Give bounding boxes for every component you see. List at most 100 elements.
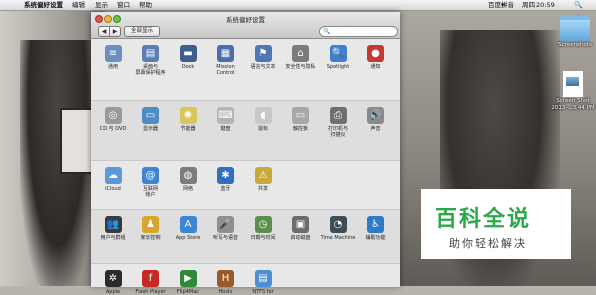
pref-pane-label: 蓝牙 (220, 186, 231, 192)
pref-pane-label: 键盘 (220, 126, 231, 132)
pref-pane-label: iCloud (105, 186, 121, 192)
pref-pane-label: Flash Player (135, 289, 166, 295)
pref-pane-security-privacy[interactable]: ⌂ 安全性与隐私 (282, 45, 320, 70)
pref-pane-internet-accounts[interactable]: @ 互联网 帐户 (132, 167, 170, 198)
pref-pane-notifications[interactable]: ● 通知 (357, 45, 395, 70)
mission-control-icon: ▦ (217, 45, 234, 62)
pref-pane-language-text[interactable]: ⚑ 语言与文本 (244, 45, 282, 70)
section-hardware: ◎ CD 与 DVD ▭ 显示器 ✺ 节能器 ⌨ 键盘 ◖ 鼠标 ▭ 触控板 ⎙ 打印机与 扫描仪 🔊 声音 (91, 100, 400, 161)
pref-pane-mouse[interactable]: ◖ 鼠标 (244, 107, 282, 132)
pref-pane-cd-dvd[interactable]: ◎ CD 与 DVD (94, 107, 132, 132)
pref-pane-sharing[interactable]: ⚠ 共享 (244, 167, 282, 192)
pref-pane-label: 触控板 (292, 126, 308, 132)
energy-saver-icon: ✺ (179, 107, 197, 124)
pref-pane-startup-disk[interactable]: ▣ 启动磁盘 (282, 216, 320, 241)
pref-pane-printers-scanners[interactable]: ⎙ 打印机与 扫描仪 (319, 107, 357, 138)
pref-pane-label: 桌面与 屏幕保护程序 (135, 64, 166, 76)
menu-bar: 系统偏好设置 编辑 显示 窗口 帮助 百度拼音 ✦ 周四 20:59 🔍 (0, 0, 596, 11)
pref-pane-parental-controls[interactable]: ♟ 家长控制 (132, 216, 170, 241)
show-all-button[interactable]: 全部显示 (124, 26, 160, 37)
status-icon[interactable]: ✦ (500, 0, 505, 10)
notifications-icon: ● (367, 45, 384, 62)
menu-help[interactable]: 帮助 (139, 0, 152, 10)
icloud-icon: ☁ (104, 167, 122, 184)
pref-pane-energy-saver[interactable]: ✺ 节能器 (169, 107, 207, 132)
pref-pane-users-groups[interactable]: 👥 用户与群组 (94, 216, 132, 241)
folder-icon (560, 16, 590, 42)
spotlight-menu-icon[interactable]: 🔍 (574, 0, 583, 10)
pref-pane-mission-control[interactable]: ▦ Mission Control (207, 45, 245, 76)
pref-pane-desktop-screensaver[interactable]: ▤ 桌面与 屏幕保护程序 (132, 45, 170, 76)
screenshot-label-line1: Screen Shot (556, 98, 590, 104)
pref-pane-label: Spotlight (326, 64, 350, 70)
pref-pane-ntfs[interactable]: ▤ NTFS for (244, 270, 282, 295)
pref-pane-label: CD 与 DVD (99, 126, 127, 132)
pref-pane-date-time[interactable]: ◷ 日期与时间 (244, 216, 282, 241)
displays-icon: ▭ (142, 107, 159, 124)
pref-pane-dock[interactable]: ▬ Dock (169, 45, 207, 70)
pref-pane-label: 共享 (257, 186, 268, 192)
forward-button[interactable]: ▶ (109, 26, 121, 37)
network-icon: ◍ (179, 167, 197, 184)
pref-pane-time-machine[interactable]: ◔ Time Machine (319, 216, 357, 241)
pref-pane-label: 通知 (370, 64, 381, 70)
pref-pane-label: Mission Control (216, 64, 235, 76)
flip4mac-icon: ▶ (179, 270, 197, 287)
pref-pane-app-store[interactable]: A App Store (169, 216, 207, 241)
pref-pane-accessibility[interactable]: ♿ 辅助功能 (357, 216, 395, 241)
date-time-icon: ◷ (254, 216, 272, 233)
pref-pane-displays[interactable]: ▭ 显示器 (132, 107, 170, 132)
desktop-folder-screenshots[interactable]: Screenshots (555, 16, 595, 49)
pref-pane-label: Dock (181, 64, 195, 70)
pref-pane-spotlight[interactable]: 🔍 Spotlight (319, 45, 357, 70)
menu-window[interactable]: 窗口 (117, 0, 130, 10)
pref-pane-icloud[interactable]: ☁ iCloud (94, 167, 132, 192)
flash-player-icon: f (142, 270, 159, 287)
printers-scanners-icon: ⎙ (329, 107, 347, 124)
watermark-logo: 百科全说 (435, 207, 532, 232)
pref-pane-label: 语言与文本 (250, 64, 276, 70)
search-field[interactable]: 🔍 (319, 26, 398, 37)
time-machine-icon: ◔ (329, 216, 347, 233)
screenshot-label-line2: 2013-...3.44 PM (551, 105, 595, 111)
pref-pane-network[interactable]: ◍ 网络 (169, 167, 207, 192)
section-personal: ≡ 通用 ▤ 桌面与 屏幕保护程序 ▬ Dock ▦ Mission Control ⚑ 语言与文本 ⌂… (91, 39, 400, 100)
parental-controls-icon: ♟ (142, 216, 159, 233)
sharing-icon: ⚠ (254, 167, 272, 184)
trackpad-icon: ▭ (292, 107, 309, 124)
pref-pane-bluetooth[interactable]: ✱ 蓝牙 (207, 167, 245, 192)
language-text-icon: ⚑ (254, 45, 272, 62)
menu-view[interactable]: 显示 (95, 0, 108, 10)
pref-pane-flip4mac[interactable]: ▶ Flip4Mac (169, 270, 207, 295)
pref-pane-label: 用户与群组 (100, 235, 126, 241)
accessibility-icon: ♿ (367, 216, 384, 233)
menu-edit[interactable]: 编辑 (72, 0, 85, 10)
system-preferences-window: 系统偏好设置 ◀ ▶ 全部显示 🔍 ≡ 通用 ▤ 桌面与 屏幕保护程序 ▬ Dock ▦ Mis… (91, 12, 400, 295)
pref-pane-flash-player[interactable]: f Flash Player (132, 270, 170, 295)
desktop-screensaver-icon: ▤ (142, 45, 159, 62)
pref-pane-keyboard[interactable]: ⌨ 键盘 (207, 107, 245, 132)
pref-pane-label: 网络 (182, 186, 193, 192)
pref-pane-general[interactable]: ≡ 通用 (94, 45, 132, 70)
keyboard-icon: ⌨ (217, 107, 234, 124)
pref-pane-apple-pane[interactable]: ✲ Apple (94, 270, 132, 295)
section-system: 👥 用户与群组 ♟ 家长控制 A App Store 🎤 听写与语音 ◷ 日期与时间 ▣ 启动磁盘 ◔ T… (91, 209, 400, 264)
pref-pane-trackpad[interactable]: ▭ 触控板 (282, 107, 320, 132)
pref-pane-dictation-speech[interactable]: 🎤 听写与语音 (207, 216, 245, 241)
pref-pane-label: 显示器 (142, 126, 158, 132)
menu-app-name[interactable]: 系统偏好设置 (24, 0, 63, 10)
window-title: 系统偏好设置 (226, 16, 265, 24)
dock-icon: ▬ (179, 45, 197, 62)
desktop-screenshot-file[interactable]: Screen Shot 2013-...3.44 PM (550, 70, 596, 112)
menu-day[interactable]: 周四 (522, 0, 535, 10)
pref-pane-label: 家长控制 (140, 235, 161, 241)
pref-pane-label: 声音 (370, 126, 381, 132)
menu-clock[interactable]: 20:59 (536, 0, 555, 10)
search-input[interactable] (331, 27, 393, 36)
pref-pane-label: Apple (105, 289, 121, 295)
pref-pane-label: 鼠标 (257, 126, 268, 132)
pref-pane-label: App Store (175, 235, 201, 241)
pref-pane-sound[interactable]: 🔊 声音 (357, 107, 395, 132)
pref-pane-label: 安全性与隐私 (285, 64, 316, 70)
pref-pane-hosts[interactable]: H Hosts (207, 270, 245, 295)
